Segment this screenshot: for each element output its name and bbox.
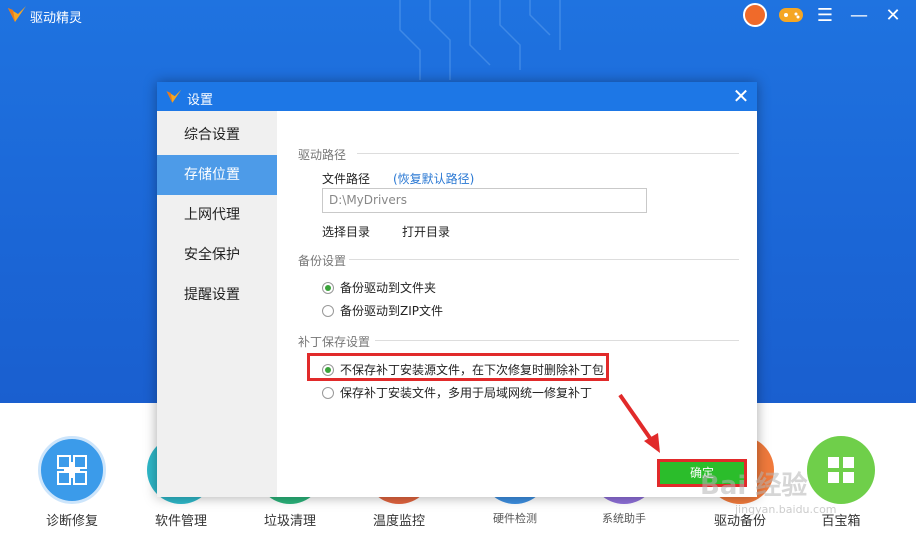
watermark-url: jingyan.baidu.com bbox=[735, 503, 837, 516]
sidebar-item-reminder[interactable]: 提醒设置 bbox=[157, 275, 277, 315]
option-label: 备份驱动到文件夹 bbox=[340, 281, 437, 295]
window-close-icon[interactable]: ✕ bbox=[882, 5, 904, 26]
backup-folder-option[interactable]: 备份驱动到文件夹 bbox=[322, 279, 436, 296]
driver-path-field[interactable]: D:\MyDrivers bbox=[322, 188, 647, 213]
settings-content: 驱动路径 文件路径 (恢复默认路径) D:\MyDrivers 选择目录 打开目… bbox=[277, 111, 757, 497]
tool-label: 温度监控 bbox=[372, 514, 425, 529]
settings-sidebar: 综合设置 存储位置 上网代理 安全保护 提醒设置 bbox=[157, 111, 277, 497]
divider bbox=[349, 259, 739, 260]
rocket-icon[interactable] bbox=[742, 2, 768, 28]
tool-label: 垃圾清理 bbox=[263, 514, 316, 529]
circuit-decoration bbox=[399, 0, 561, 80]
sidebar-item-security[interactable]: 安全保护 bbox=[157, 235, 277, 275]
radio-unchecked[interactable] bbox=[322, 386, 334, 399]
annotation-arrow-icon bbox=[618, 393, 660, 453]
section-title-patch: 补丁保存设置 bbox=[298, 335, 371, 349]
watermark: Bai 经验 bbox=[700, 471, 808, 501]
app-logo-icon bbox=[8, 6, 26, 22]
option-label: 保存补丁安装文件，多用于局域网统一修复补丁 bbox=[340, 386, 593, 400]
divider bbox=[357, 153, 739, 154]
close-icon[interactable]: ✕ bbox=[731, 84, 751, 108]
section-title-backup: 备份设置 bbox=[298, 254, 347, 268]
select-directory-button[interactable]: 选择目录 bbox=[322, 223, 370, 240]
option-label: 备份驱动到ZIP文件 bbox=[340, 304, 443, 318]
diagnose-icon bbox=[38, 436, 106, 504]
open-directory-button[interactable]: 打开目录 bbox=[402, 223, 450, 240]
app-logo-icon bbox=[166, 89, 182, 103]
minimize-icon[interactable]: — bbox=[848, 5, 870, 26]
sidebar-item-general[interactable]: 综合设置 bbox=[157, 115, 277, 155]
divider bbox=[375, 340, 739, 341]
file-path-label: 文件路径 bbox=[322, 172, 371, 186]
tool-diagnose-repair[interactable]: 诊断修复 bbox=[22, 436, 122, 529]
tool-label: 软件管理 bbox=[154, 514, 207, 529]
toolbox-icon bbox=[807, 436, 875, 504]
radio-checked[interactable] bbox=[322, 281, 334, 294]
tool-label: 系统助手 bbox=[602, 512, 646, 525]
radio-unchecked[interactable] bbox=[322, 304, 334, 317]
sidebar-item-storage[interactable]: 存储位置 bbox=[157, 155, 277, 195]
title-bar-actions: ☰ — ✕ bbox=[742, 0, 916, 30]
sidebar-item-proxy[interactable]: 上网代理 bbox=[157, 195, 277, 235]
tool-label: 诊断修复 bbox=[45, 514, 98, 529]
settings-dialog: 设置 ✕ 综合设置 存储位置 上网代理 安全保护 提醒设置 驱动路径 文件路径 … bbox=[157, 82, 757, 497]
backup-zip-option[interactable]: 备份驱动到ZIP文件 bbox=[322, 302, 443, 319]
section-title-driver-path: 驱动路径 bbox=[298, 148, 347, 162]
annotation-highlight-box bbox=[307, 353, 609, 381]
menu-icon[interactable]: ☰ bbox=[814, 5, 836, 26]
restore-default-path-link[interactable]: (恢复默认路径) bbox=[393, 170, 474, 187]
dialog-header: 设置 ✕ bbox=[157, 82, 757, 111]
app-title: 驱动精灵 bbox=[30, 11, 83, 26]
dialog-title: 设置 bbox=[187, 93, 214, 108]
gamepad-icon[interactable] bbox=[778, 2, 804, 28]
tool-label: 硬件检测 bbox=[493, 512, 537, 525]
patch-save-option[interactable]: 保存补丁安装文件，多用于局域网统一修复补丁 bbox=[322, 384, 592, 401]
